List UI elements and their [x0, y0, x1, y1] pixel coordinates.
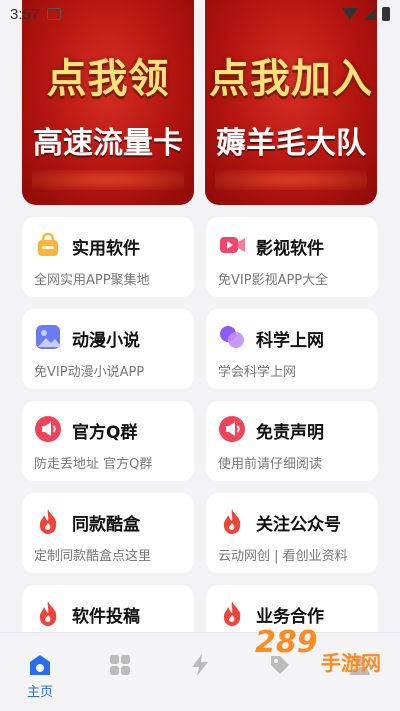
megaphone-icon: [35, 416, 61, 442]
watermark-number: 289: [255, 625, 318, 660]
flame-icon: [223, 509, 241, 534]
card-title: 实用软件: [72, 239, 140, 259]
banner-subline: 薅羊毛大队: [216, 126, 366, 161]
card-subtitle: 使用前请仔细阅读: [218, 457, 323, 472]
card-subtitle: 全网实用APP聚集地: [34, 273, 150, 288]
card-subtitle: 定制同款酷盒点这里: [34, 549, 152, 564]
banner-glow: [215, 170, 367, 190]
nav-home[interactable]: 主页: [0, 633, 80, 700]
card-title: 官方Q群: [72, 423, 138, 443]
card-science-internet[interactable]: 科学上网 学会科学上网: [206, 309, 378, 389]
card-official-qq-group[interactable]: 官方Q群 防走丢地址 官方Q群: [22, 401, 194, 481]
grid-icon: [110, 655, 130, 675]
card-title: 同款酷盒: [72, 515, 140, 535]
card-title: 影视软件: [256, 239, 324, 259]
image-icon: [36, 325, 60, 349]
card-subtitle: 免VIP动漫小说APP: [34, 365, 145, 380]
status-bar: 3:57: [0, 0, 400, 28]
card-video-apps[interactable]: 影视软件 免VIP影视APP大全: [206, 217, 378, 297]
card-anime-novels[interactable]: 动漫小说 免VIP动漫小说APP: [22, 309, 194, 389]
status-time: 3:57: [10, 5, 40, 23]
nav-home-label: 主页: [26, 685, 53, 700]
banner-row: 点我领 高速流量卡 点我加入 薅羊毛大队: [0, 0, 400, 210]
card-title: 科学上网: [256, 331, 324, 351]
card-useful-apps[interactable]: 实用软件 全网实用APP聚集地: [22, 217, 194, 297]
card-title: 动漫小说: [72, 331, 140, 351]
card-disclaimer[interactable]: 免责声明 使用前请仔细阅读: [206, 401, 378, 481]
gallery-notification-icon: [47, 8, 62, 20]
card-title: 免责声明: [256, 423, 324, 443]
wifi-icon: [342, 8, 358, 20]
flame-icon: [39, 601, 57, 626]
card-follow-account[interactable]: 关注公众号 云动网创 | 看创业资料: [206, 493, 378, 573]
flame-icon: [223, 601, 241, 626]
battery-icon: [382, 7, 390, 21]
lightning-icon: [192, 654, 208, 676]
card-title: 业务合作: [256, 607, 324, 627]
home-icon: [30, 655, 50, 675]
card-subtitle: 防走丢地址 官方Q群: [34, 457, 153, 472]
card-title: 关注公众号: [256, 515, 341, 535]
watermark-text: 手游网: [321, 651, 381, 675]
card-subtitle: 学会科学上网: [218, 365, 297, 380]
card-subtitle: 云动网创 | 看创业资料: [218, 549, 348, 564]
nav-apps[interactable]: [80, 633, 160, 677]
video-icon: [220, 237, 245, 253]
megaphone-icon: [219, 416, 245, 442]
card-subtitle: 免VIP影视APP大全: [218, 273, 329, 288]
flame-icon: [39, 509, 57, 534]
signal-icon: [364, 8, 376, 20]
status-icons: [342, 7, 390, 21]
banner-headline: 点我领: [46, 56, 170, 102]
banner-join-group[interactable]: 点我加入 薅羊毛大队: [205, 0, 377, 205]
banner-glow: [32, 170, 184, 190]
nav-flash[interactable]: [160, 633, 240, 677]
banner-subline: 高速流量卡: [33, 126, 183, 161]
shopping-bag-icon: [38, 232, 58, 256]
watermark-logo: 289 手游网: [255, 625, 385, 675]
banner-data-card[interactable]: 点我领 高速流量卡: [22, 0, 194, 205]
card-title: 软件投稿: [72, 607, 140, 627]
card-same-box[interactable]: 同款酷盒 定制同款酷盒点这里: [22, 493, 194, 573]
bubbles-icon: [220, 326, 244, 348]
banner-headline: 点我加入: [209, 56, 373, 102]
